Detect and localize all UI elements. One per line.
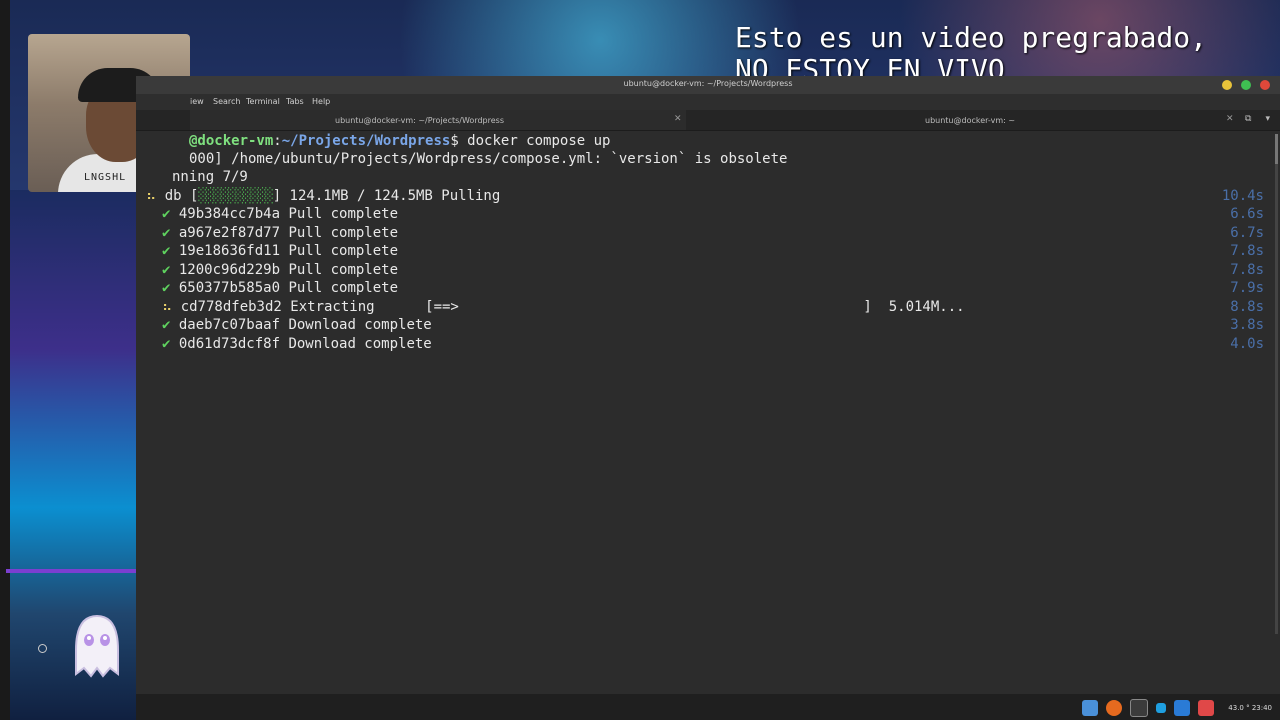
system-tray: 43.0 ° 23:40 [1082, 699, 1272, 717]
menu-terminal[interactable]: Terminal [246, 97, 280, 106]
layer-text: a967e2f87d77 Pull complete [178, 225, 399, 241]
layer-row: ⠦ cd778dfeb3d2 Extracting [==> ] 5.014M.… [162, 298, 1280, 316]
layer-text: daeb7c07baaf Download complete [178, 317, 432, 333]
window-titlebar[interactable]: ubuntu@docker-vm: ~/Projects/Wordpress [136, 76, 1280, 94]
layer-time: 6.6s [1230, 206, 1264, 222]
menu-view[interactable]: iew [190, 97, 204, 106]
prompt-line: @docker-vm:~/Projects/Wordpress$ docker … [189, 132, 610, 150]
tab-wordpress[interactable]: ubuntu@docker-vm: ~/Projects/Wordpress ✕ [190, 110, 686, 130]
layer-time: 3.8s [1230, 317, 1264, 333]
terminal-icon[interactable] [1130, 699, 1149, 717]
check-icon: ✔ [162, 280, 171, 296]
radio-dot-icon [38, 644, 47, 653]
prompt-dollar: $ [450, 133, 468, 149]
new-tab-icon[interactable]: ⧉ [1245, 114, 1251, 124]
tab-label: ubuntu@docker-vm: ~/Projects/Wordpress [335, 116, 504, 125]
menu-bar: iew Search Terminal Tabs Help [136, 94, 1280, 110]
layer-text: 1200c96d229b Pull complete [178, 262, 399, 278]
window-controls [1222, 80, 1270, 90]
window-title: ubuntu@docker-vm: ~/Projects/Wordpress [623, 79, 793, 88]
terminal-scrollbar[interactable] [1275, 134, 1278, 634]
tab-home[interactable]: ubuntu@docker-vm: ~ ✕ [696, 110, 1236, 130]
check-icon: ✔ [162, 317, 171, 333]
layer-text: 19e18636fd11 Pull complete [178, 243, 399, 259]
files-icon[interactable] [1082, 700, 1099, 716]
check-icon: ✔ [162, 206, 171, 222]
layer-row: ✔ a967e2f87d77 Pull complete 6.7s [162, 224, 1280, 242]
layer-row: ✔ 0d61d73dcf8f Download complete 4.0s [162, 335, 1280, 353]
clock[interactable]: 43.0 ° 23:40 [1228, 704, 1272, 712]
menu-help[interactable]: Help [312, 97, 330, 106]
vscode-icon[interactable] [1174, 700, 1191, 716]
prompt-path: ~/Projects/Wordpress [281, 133, 451, 149]
layer-row: ✔ 19e18636fd11 Pull complete 7.8s [162, 242, 1280, 260]
layer-row: ✔ 1200c96d229b Pull complete 7.8s [162, 261, 1280, 279]
pull-progress-bar: ░░░░░░░░░░ [198, 188, 273, 204]
left-edge [0, 0, 10, 720]
spinner-icon: ⠦ [146, 188, 165, 204]
layer-row: ✔ daeb7c07baaf Download complete 3.8s [162, 316, 1280, 334]
check-icon: ✔ [162, 336, 171, 352]
close-button[interactable] [1260, 80, 1270, 90]
tab-menu-icon[interactable]: ▾ [1265, 114, 1270, 124]
menu-search[interactable]: Search [213, 97, 240, 106]
layer-time: 7.8s [1230, 262, 1264, 278]
layer-text: 0d61d73dcf8f Download complete [178, 336, 432, 352]
minimize-button[interactable] [1222, 80, 1232, 90]
ghost-mascot-icon [75, 614, 119, 678]
tab-close-icon[interactable]: ✕ [1226, 114, 1234, 124]
pull-prefix: db [ [164, 188, 199, 204]
terminal-output[interactable]: @docker-vm:~/Projects/Wordpress$ docker … [136, 130, 1280, 694]
prompt-host: @docker-vm [189, 133, 274, 149]
notice-line-1: Esto es un video pregrabado, [735, 21, 1208, 54]
check-icon: ✔ [162, 243, 171, 259]
layer-text: 49b384cc7b4a Pull complete [178, 206, 399, 222]
maximize-button[interactable] [1241, 80, 1251, 90]
text-editor-icon[interactable] [1198, 700, 1215, 716]
app-icon[interactable] [1156, 703, 1167, 713]
layer-time: 7.9s [1230, 280, 1264, 296]
scrollbar-thumb[interactable] [1275, 134, 1278, 164]
running-line: nning 7/9 [172, 169, 248, 185]
tab-label: ubuntu@docker-vm: ~ [925, 116, 1016, 125]
tab-close-icon[interactable]: ✕ [674, 114, 682, 124]
layer-time: 4.0s [1230, 336, 1264, 352]
check-icon: ✔ [162, 225, 171, 241]
terminal-window: ubuntu@docker-vm: ~/Projects/Wordpress i… [136, 76, 1280, 694]
spinner-icon: ⠦ [162, 299, 173, 315]
layer-row: ✔ 650377b585a0 Pull complete 7.9s [162, 279, 1280, 297]
tab-bar: ubuntu@docker-vm: ~/Projects/Wordpress ✕… [136, 110, 1280, 131]
pull-time: 10.4s [1221, 188, 1264, 204]
menu-tabs[interactable]: Tabs [286, 97, 304, 106]
taskbar: 43.0 ° 23:40 [136, 694, 1280, 720]
warning-line: 000] /home/ubuntu/Projects/Wordpress/com… [189, 151, 788, 167]
layer-time: 7.8s [1230, 243, 1264, 259]
webcam-shirt-text: LNGSHL [84, 172, 127, 183]
tab-actions: ⧉ ▾ [1245, 114, 1270, 124]
firefox-icon[interactable] [1106, 700, 1123, 716]
prompt-separator: : [273, 133, 282, 149]
check-icon: ✔ [162, 262, 171, 278]
layer-text: 650377b585a0 Pull complete [178, 280, 399, 296]
command-text: docker compose up [467, 133, 611, 149]
layer-row: ✔ 49b384cc7b4a Pull complete 6.6s [162, 205, 1280, 223]
pull-suffix: ] 124.1MB / 124.5MB Pulling [272, 188, 501, 204]
layer-text: cd778dfeb3d2 Extracting [==> ] 5.014M... [180, 299, 965, 315]
layer-time: 6.7s [1230, 225, 1264, 241]
pull-line: ⠦ db [░░░░░░░░░░] 124.1MB / 124.5MB Pull… [146, 187, 1280, 205]
layer-time: 8.8s [1230, 299, 1264, 315]
